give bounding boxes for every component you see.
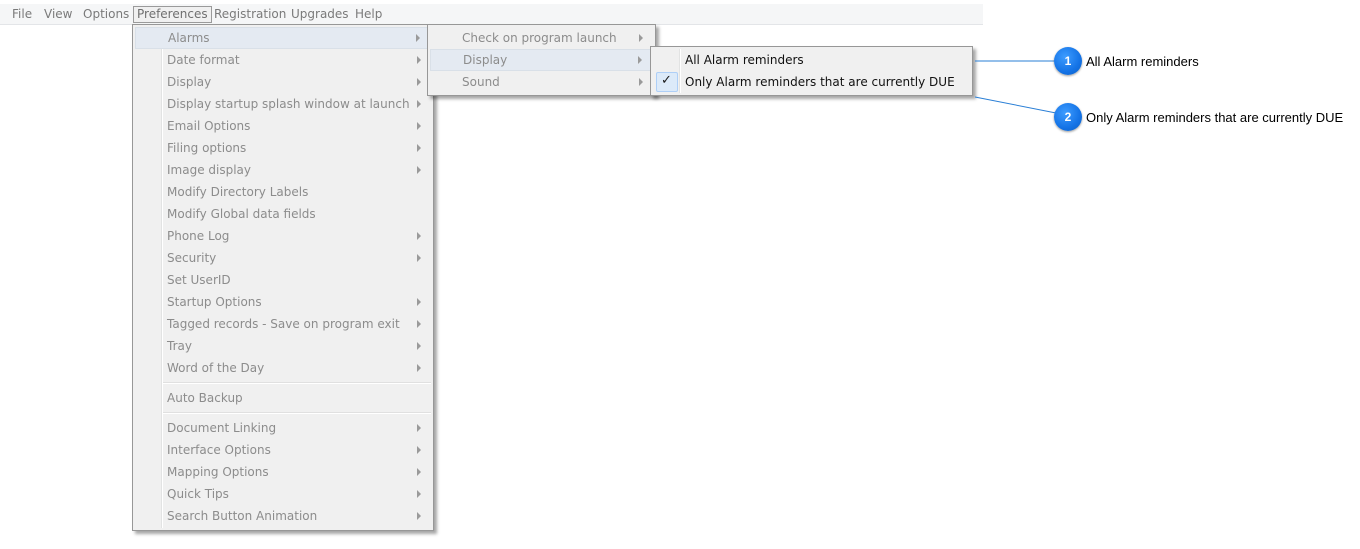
callout-1-text: All Alarm reminders: [1086, 54, 1199, 69]
callout-1-badge: 1: [1054, 47, 1082, 75]
callout-2-badge: 2: [1054, 103, 1082, 131]
callout-2-text: Only Alarm reminders that are currently …: [1086, 110, 1344, 125]
callout-2-line: [974, 96, 1057, 114]
callout-lines: [974, 60, 1057, 114]
